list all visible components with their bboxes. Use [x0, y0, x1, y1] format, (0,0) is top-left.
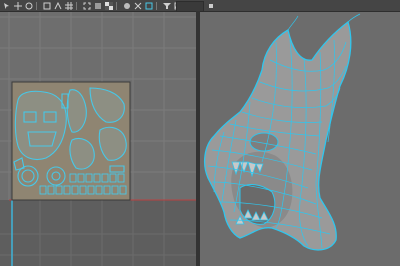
texture-icon[interactable]: [93, 1, 102, 10]
frame-icon[interactable]: [82, 1, 91, 10]
perspective-viewport[interactable]: [200, 12, 400, 266]
toolbar-separator: [36, 1, 37, 10]
shading-icon[interactable]: [122, 1, 131, 10]
uv-editor-toolbar: [0, 0, 400, 12]
rotate-icon[interactable]: [24, 1, 33, 10]
pixel-icon[interactable]: [206, 1, 215, 10]
move-icon[interactable]: [13, 1, 22, 10]
uv-editor-panel[interactable]: [0, 12, 196, 266]
snap-icon[interactable]: [53, 1, 62, 10]
border-icon[interactable]: [144, 1, 153, 10]
checker-icon[interactable]: [104, 1, 113, 10]
grid-icon[interactable]: [64, 1, 73, 10]
filter-icon[interactable]: [162, 1, 171, 10]
toolbar-separator: [156, 1, 157, 10]
toolbar-separator: [76, 1, 77, 10]
select-icon[interactable]: [2, 1, 11, 10]
wireframe-icon[interactable]: [133, 1, 142, 10]
toolbar-separator: [116, 1, 117, 10]
scale-icon[interactable]: [42, 1, 51, 10]
